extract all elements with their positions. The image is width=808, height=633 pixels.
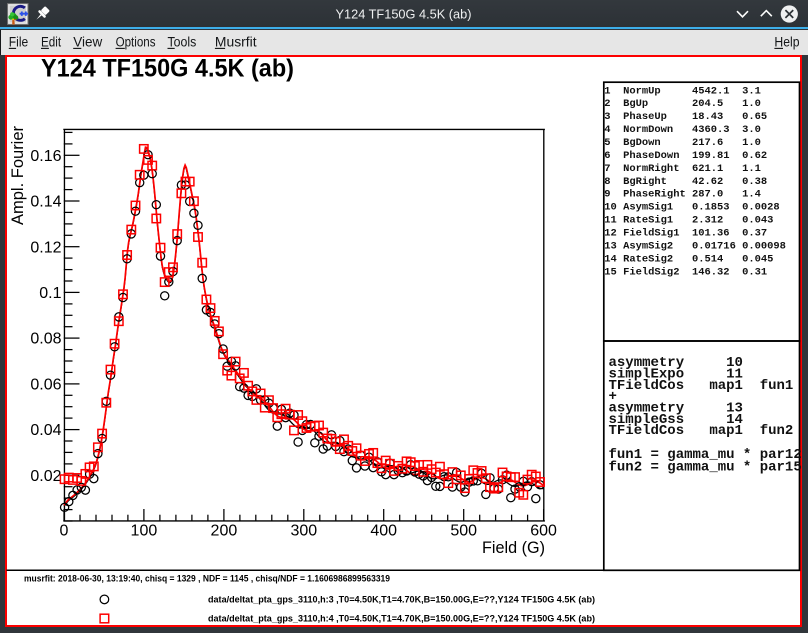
svg-text:13 AsymSig2 0.01716 0.00098: 13 AsymSig2 0.01716 0.00098 <box>604 241 786 253</box>
svg-text:0.14: 0.14 <box>30 194 61 211</box>
svg-text:TFieldCos map1 fun1: TFieldCos map1 fun1 <box>609 378 794 394</box>
svg-text:0.08: 0.08 <box>30 331 61 348</box>
svg-text:fun2 = gamma_mu * par15: fun2 = gamma_mu * par15 <box>609 460 802 476</box>
svg-text:15 FieldSig2 146.32 0.31: 15 FieldSig2 146.32 0.31 <box>604 266 767 278</box>
svg-text:9 PhaseRight 287.0 1.4: 9 PhaseRight 287.0 1.4 <box>604 189 761 201</box>
svg-text:0.04: 0.04 <box>30 422 61 439</box>
svg-text:data/deltat_pta_gps_3110,h:3 ,: data/deltat_pta_gps_3110,h:3 ,T0=4.50K,T… <box>208 595 595 605</box>
svg-text:12 FieldSig1 101.36 0.37: 12 FieldSig1 101.36 0.37 <box>604 228 767 240</box>
svg-text:7 NormRight 621.1 1.1: 7 NormRight 621.1 1.1 <box>604 163 761 175</box>
svg-text:600: 600 <box>530 523 557 540</box>
svg-text:Field (G): Field (G) <box>482 539 545 557</box>
svg-text:0: 0 <box>60 523 69 540</box>
svg-text:Y124 TF150G 4.5K (ab): Y124 TF150G 4.5K (ab) <box>336 6 472 21</box>
svg-text:musrfit: 2018-06-30, 13:19:40,: musrfit: 2018-06-30, 13:19:40, chisq = 1… <box>24 574 390 584</box>
svg-text:0.12: 0.12 <box>30 239 61 256</box>
svg-text:200: 200 <box>211 523 238 540</box>
svg-text:6 PhaseDown 199.81 0.62: 6 PhaseDown 199.81 0.62 <box>604 150 767 162</box>
svg-text:10 AsymSig1 0.1853 0.0028: 10 AsymSig1 0.1853 0.0028 <box>604 202 779 214</box>
svg-text:5 BgDown 217.6 1.0: 5 BgDown 217.6 1.0 <box>604 137 761 149</box>
svg-text:14 RateSig2 0.514 0.045: 14 RateSig2 0.514 0.045 <box>604 253 773 265</box>
svg-text:300: 300 <box>290 523 317 540</box>
svg-text:0.1: 0.1 <box>39 285 61 302</box>
svg-text:400: 400 <box>370 523 397 540</box>
svg-text:0.16: 0.16 <box>30 148 61 165</box>
svg-text:Y124 TF150G 4.5K (ab): Y124 TF150G 4.5K (ab) <box>41 55 294 83</box>
svg-text:8 BgRight 42.62 0.38: 8 BgRight 42.62 0.38 <box>604 176 767 188</box>
svg-text:0.02: 0.02 <box>30 468 61 485</box>
svg-text:0.06: 0.06 <box>30 377 61 394</box>
svg-text:2 BgUp 204.5 1.0: 2 BgUp 204.5 1.0 <box>604 98 761 110</box>
svg-text:data/deltat_pta_gps_3110,h:4 ,: data/deltat_pta_gps_3110,h:4 ,T0=4.50K,T… <box>208 614 595 624</box>
svg-text:Ampl. Fourier: Ampl. Fourier <box>9 125 27 225</box>
svg-text:100: 100 <box>131 523 158 540</box>
svg-text:3 PhaseUp 18.43 0.65: 3 PhaseUp 18.43 0.65 <box>604 111 767 123</box>
svg-text:TFieldCos map1 fun2: TFieldCos map1 fun2 <box>609 423 794 439</box>
svg-text:500: 500 <box>450 523 477 540</box>
svg-text:4 NormDown 4360.3 3.0: 4 NormDown 4360.3 3.0 <box>604 124 761 136</box>
svg-text:1 NormUp 4542.1 3.1: 1 NormUp 4542.1 3.1 <box>604 85 761 97</box>
svg-text:11 RateSig1 2.312 0.043: 11 RateSig1 2.312 0.043 <box>604 215 773 227</box>
